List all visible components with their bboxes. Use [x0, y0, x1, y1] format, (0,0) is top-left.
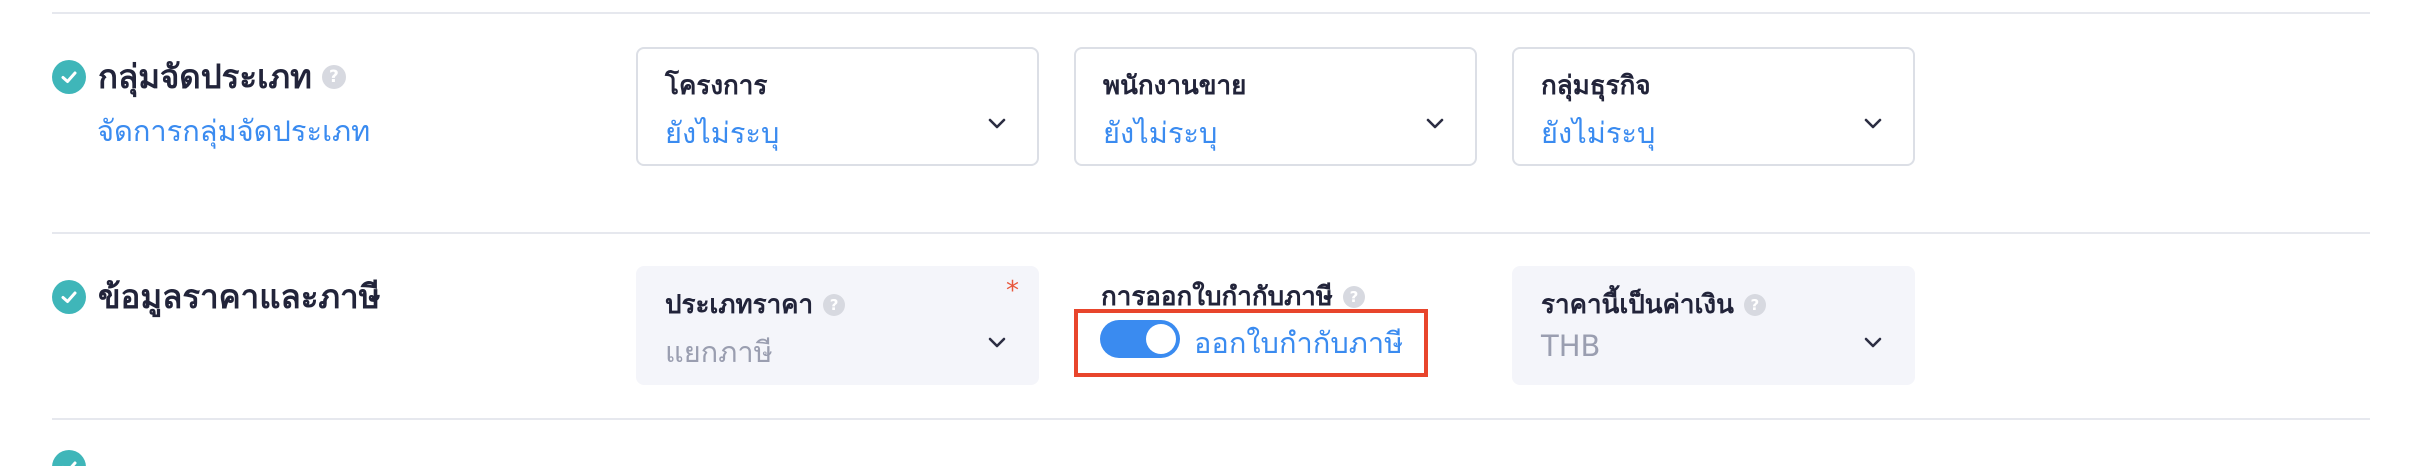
business-group-value: ยังไม่ระบุ: [1541, 116, 1656, 150]
divider-bottom: [52, 418, 2370, 420]
next-section-header: [52, 450, 98, 466]
salesperson-select[interactable]: พนักงานขาย ยังไม่ระบุ: [1074, 47, 1477, 166]
chevron-down-icon: [988, 118, 1006, 129]
help-icon[interactable]: ?: [823, 293, 846, 316]
salesperson-value: ยังไม่ระบุ: [1103, 116, 1218, 150]
manage-groups-link[interactable]: จัดการกลุ่มจัดประเภท: [97, 108, 370, 154]
help-icon[interactable]: ?: [1342, 285, 1365, 308]
currency-select[interactable]: ราคานี้เป็นค่าเงิน ? THB: [1512, 266, 1915, 385]
check-circle-icon: [52, 279, 86, 314]
salesperson-label: พนักงานขาย: [1103, 71, 1247, 101]
check-circle-icon: [52, 450, 86, 466]
check-circle-icon: [52, 59, 86, 94]
price-tax-section-header: ข้อมูลราคาและภาษี: [52, 270, 380, 323]
chevron-down-icon: [1864, 118, 1882, 129]
project-select[interactable]: โครงการ ยังไม่ระบุ: [636, 47, 1039, 166]
business-group-label: กลุ่มธุรกิจ: [1541, 71, 1651, 101]
price-type-label-text: ประเภทราคา: [665, 290, 814, 320]
group-section-title: กลุ่มจัดประเภท: [98, 57, 312, 96]
business-group-select[interactable]: กลุ่มธุรกิจ ยังไม่ระบุ: [1512, 47, 1915, 166]
chevron-down-icon: [1426, 118, 1444, 129]
price-tax-section-title: ข้อมูลราคาและภาษี: [98, 277, 381, 316]
help-icon[interactable]: ?: [1743, 293, 1766, 316]
chevron-down-icon: [988, 337, 1006, 348]
divider-top: [52, 12, 2370, 14]
toggle-knob: [1146, 324, 1176, 354]
required-mark: *: [1006, 276, 1019, 306]
project-label: โครงการ: [665, 71, 768, 101]
help-icon[interactable]: ?: [321, 64, 346, 89]
divider-middle: [52, 232, 2370, 234]
tax-invoice-toggle-text[interactable]: ออกใบกำกับภาษี: [1194, 320, 1403, 366]
chevron-down-icon: [1864, 337, 1882, 348]
price-type-select[interactable]: ประเภทราคา ? * แยกภาษี: [636, 266, 1039, 385]
currency-value: THB: [1541, 329, 1601, 363]
group-section-header: กลุ่มจัดประเภท ?: [52, 50, 346, 103]
price-type-value: แยกภาษี: [665, 335, 773, 369]
settings-page: กลุ่มจัดประเภท ? จัดการกลุ่มจัดประเภท โค…: [0, 0, 2414, 466]
project-value: ยังไม่ระบุ: [665, 116, 780, 150]
price-type-label: ประเภทราคา ?: [665, 284, 846, 325]
tax-invoice-toggle[interactable]: [1100, 320, 1180, 358]
currency-label-text: ราคานี้เป็นค่าเงิน: [1541, 290, 1734, 320]
currency-label: ราคานี้เป็นค่าเงิน ?: [1541, 284, 1766, 325]
